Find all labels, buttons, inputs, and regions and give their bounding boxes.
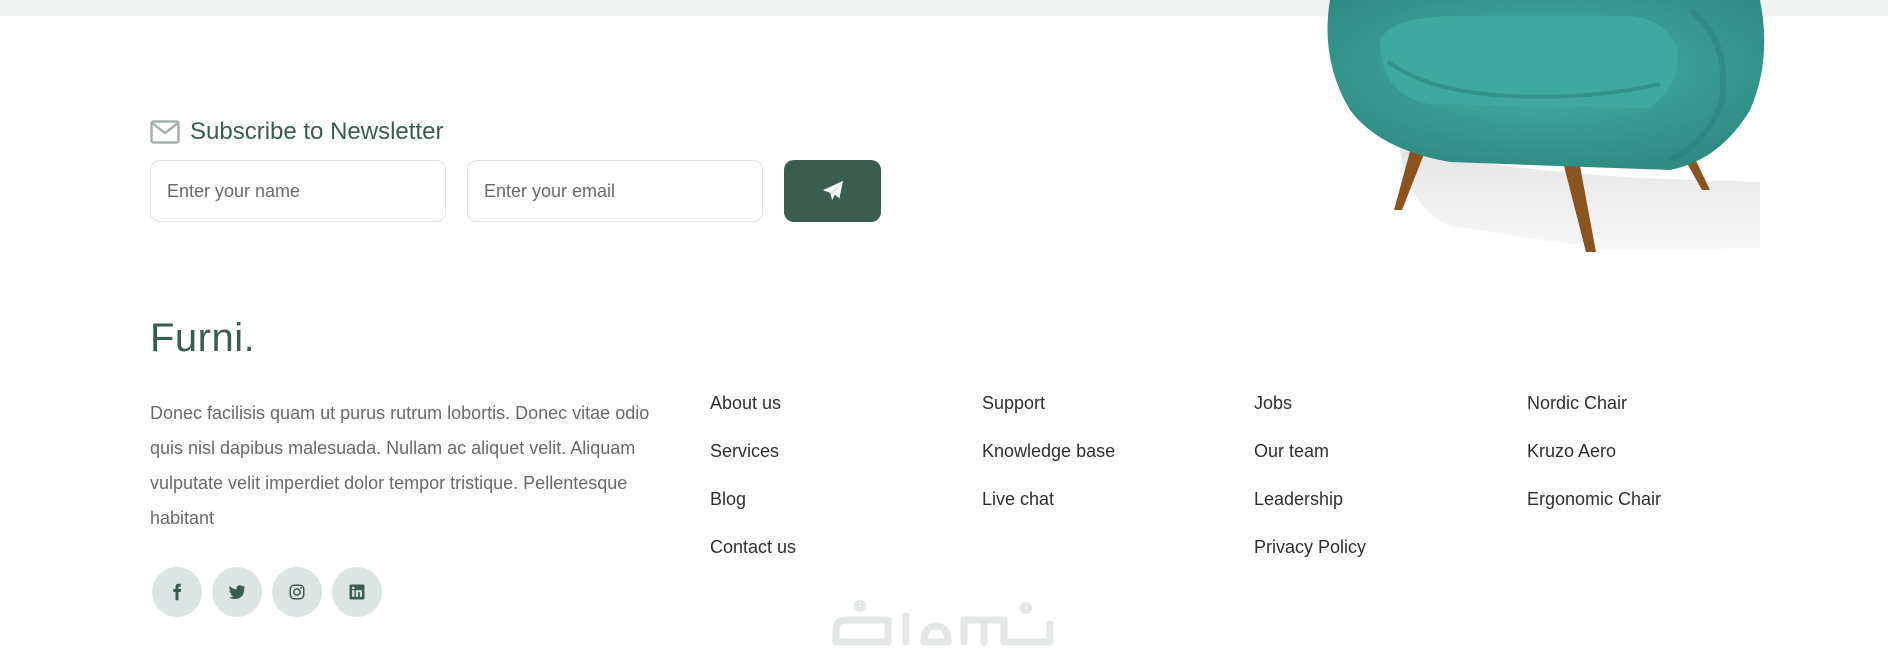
footer-link-live-chat[interactable]: Live chat — [982, 489, 1115, 537]
newsletter-title-text: Subscribe to Newsletter — [190, 118, 444, 145]
footer-link-nordic-chair[interactable]: Nordic Chair — [1527, 393, 1661, 441]
watermark-logo — [832, 600, 1054, 646]
paper-plane-icon — [822, 180, 843, 201]
footer-link-knowledge-base[interactable]: Knowledge base — [982, 441, 1115, 489]
linkedin-icon — [349, 584, 365, 600]
footer-link-support[interactable]: Support — [982, 393, 1115, 441]
footer-links-column-4: Nordic Chair Kruzo Aero Ergonomic Chair — [1527, 393, 1661, 537]
footer-link-services[interactable]: Services — [710, 441, 796, 489]
armchair-image — [1327, 0, 1765, 252]
footer-link-blog[interactable]: Blog — [710, 489, 796, 537]
twitter-link[interactable] — [212, 567, 262, 617]
instagram-link[interactable] — [272, 567, 322, 617]
social-links — [152, 567, 382, 617]
footer-link-leadership[interactable]: Leadership — [1254, 489, 1366, 537]
newsletter-title: Subscribe to Newsletter — [150, 118, 443, 146]
brand-logo[interactable]: Furni. — [150, 316, 255, 361]
footer-links-column-2: Support Knowledge base Live chat — [982, 393, 1115, 537]
footer-link-about[interactable]: About us — [710, 393, 796, 441]
instagram-icon — [289, 584, 305, 600]
footer-link-contact[interactable]: Contact us — [710, 537, 796, 585]
footer-link-privacy-policy[interactable]: Privacy Policy — [1254, 537, 1366, 585]
envelope-icon — [150, 120, 180, 144]
name-input[interactable] — [150, 160, 446, 222]
footer-links-column-1: About us Services Blog Contact us — [710, 393, 796, 585]
footer-link-ergonomic-chair[interactable]: Ergonomic Chair — [1527, 489, 1661, 537]
footer-link-our-team[interactable]: Our team — [1254, 441, 1366, 489]
subscribe-button[interactable] — [784, 160, 881, 222]
footer-links-column-3: Jobs Our team Leadership Privacy Policy — [1254, 393, 1366, 585]
brand-description: Donec facilisis quam ut purus rutrum lob… — [150, 403, 650, 528]
footer-link-jobs[interactable]: Jobs — [1254, 393, 1366, 441]
facebook-icon — [173, 583, 182, 601]
twitter-icon — [228, 585, 246, 599]
linkedin-link[interactable] — [332, 567, 382, 617]
facebook-link[interactable] — [152, 567, 202, 617]
footer-link-kruzo-aero[interactable]: Kruzo Aero — [1527, 441, 1661, 489]
email-input[interactable] — [467, 160, 763, 222]
